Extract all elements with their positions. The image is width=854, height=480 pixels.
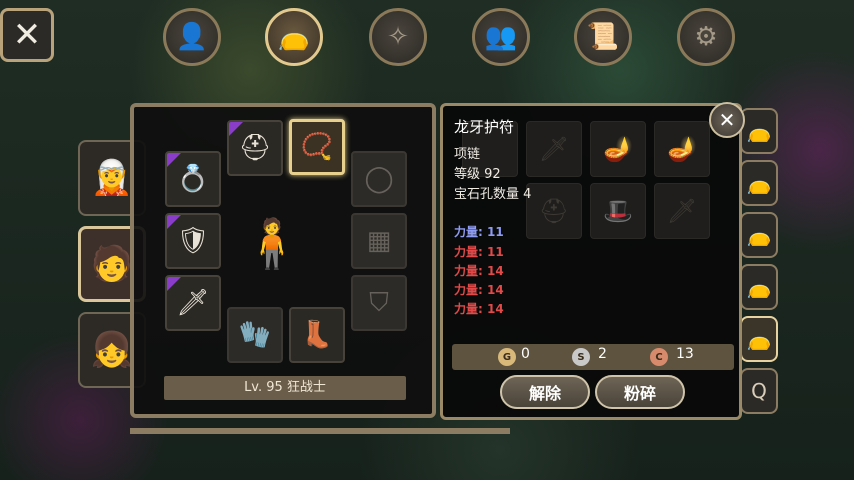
item-stat-4: 力量: 14 [454,283,504,297]
helmet-icon: ⛑ [238,133,272,163]
rarity-marker [167,153,181,167]
gold-amount: 0 [521,346,530,362]
inventory-slot-background: 🪔 [654,121,710,177]
weapon-icon: 🗡 [176,288,210,318]
character-figure: 🧍 [232,206,312,280]
bag-icon: 👝 [746,119,772,143]
slot-earring[interactable]: 💍 [165,151,221,207]
character-avatar: 🧝 [90,158,134,198]
cloak-icon: ▦ [366,226,392,256]
inventory-slot-background: 🎩 [590,183,646,239]
unequip-button[interactable]: 解除 [500,375,590,409]
bag-icon: 👝 [277,22,311,52]
tab-inventory[interactable]: 👝 [265,8,323,66]
tab-settings[interactable]: ⚙ [677,8,735,66]
item-stat-1: 力量: 11 [454,225,504,239]
gloves-icon: 🧤 [238,320,272,350]
silver-amount: 2 [598,346,607,362]
inventory-slot-background: 🗡 [526,121,582,177]
slot-gloves[interactable]: 🧤 [227,307,283,363]
rarity-marker [167,215,181,229]
item-type: 项链 [454,147,481,162]
shield-icon: ⛉ [369,287,389,318]
tab-character[interactable]: 👤 [163,8,221,66]
copper-amount: 13 [676,346,694,362]
close-button[interactable]: ✕ [0,8,54,62]
smash-button[interactable]: 粉碎 [595,375,685,409]
close-icon: ✕ [12,15,42,55]
close-detail-button[interactable]: ✕ [709,102,745,138]
slot-armor[interactable]: 🛡 [165,213,221,269]
inventory-slot-background: 🪔 [590,121,646,177]
slot-necklace[interactable]: 📿 [289,119,345,175]
character-level-label: Lv. 95 狂战士 [164,376,406,400]
inventory-slot-background: 🗡 [654,183,710,239]
inventory-slot-background: ⛑ [526,183,582,239]
bag-icon: 👝 [746,171,772,195]
item-stat-2: 力量: 11 [454,245,504,259]
compass-icon: ✧ [387,22,409,52]
slot-helmet[interactable]: ⛑ [227,120,283,176]
side-tab-bag-1[interactable]: 👝 [740,108,778,154]
head-profile-icon: 👤 [175,22,209,52]
ring-icon: ◯ [364,164,394,194]
slot-shield[interactable]: ⛉ [351,275,407,331]
side-tab-label: Q [751,379,767,403]
copper-coin-icon: C [650,348,668,366]
bag-icon: 👝 [746,275,772,299]
armor-icon: 🛡 [176,226,210,256]
tab-party[interactable]: 👥 [472,8,530,66]
item-name: 龙牙护符 [454,118,515,136]
scroll-icon: 📜 [586,22,620,52]
item-stat-3: 力量: 14 [454,264,504,278]
side-tab-bag-4[interactable]: 👝 [740,264,778,310]
bag-icon: 👝 [746,327,772,351]
slot-cloak[interactable]: ▦ [351,213,407,269]
item-stat-5: 力量: 14 [454,302,504,316]
silver-coin-icon: S [572,348,590,366]
item-sockets: 宝石孔数量 4 [454,187,532,202]
side-tab-bag-5[interactable]: 👝 [740,316,778,362]
slot-boots[interactable]: 👢 [289,307,345,363]
panel-bottom-strip [130,428,510,434]
side-tab-bag-2[interactable]: 👝 [740,160,778,206]
rarity-marker [229,122,243,136]
party-icon: 👥 [484,22,518,52]
tab-skills[interactable]: ✧ [369,8,427,66]
slot-weapon[interactable]: 🗡 [165,275,221,331]
character-sprite-icon: 🧍 [242,215,302,272]
slot-ring[interactable]: ◯ [351,151,407,207]
character-avatar: 🧑 [90,244,134,284]
side-tab-quest[interactable]: Q [740,368,778,414]
side-tab-bag-3[interactable]: 👝 [740,212,778,258]
boots-icon: 👢 [300,320,334,350]
gear-icon: ⚙ [694,22,718,52]
character-avatar: 👧 [90,330,134,370]
earring-icon: 💍 [176,164,210,194]
bag-icon: 👝 [746,223,772,247]
gold-coin-icon: G [498,348,516,366]
necklace-icon: 📿 [300,132,334,162]
item-level: 等级 92 [454,167,501,182]
rarity-marker [167,277,181,291]
tab-quests[interactable]: 📜 [574,8,632,66]
close-icon: ✕ [718,108,736,132]
